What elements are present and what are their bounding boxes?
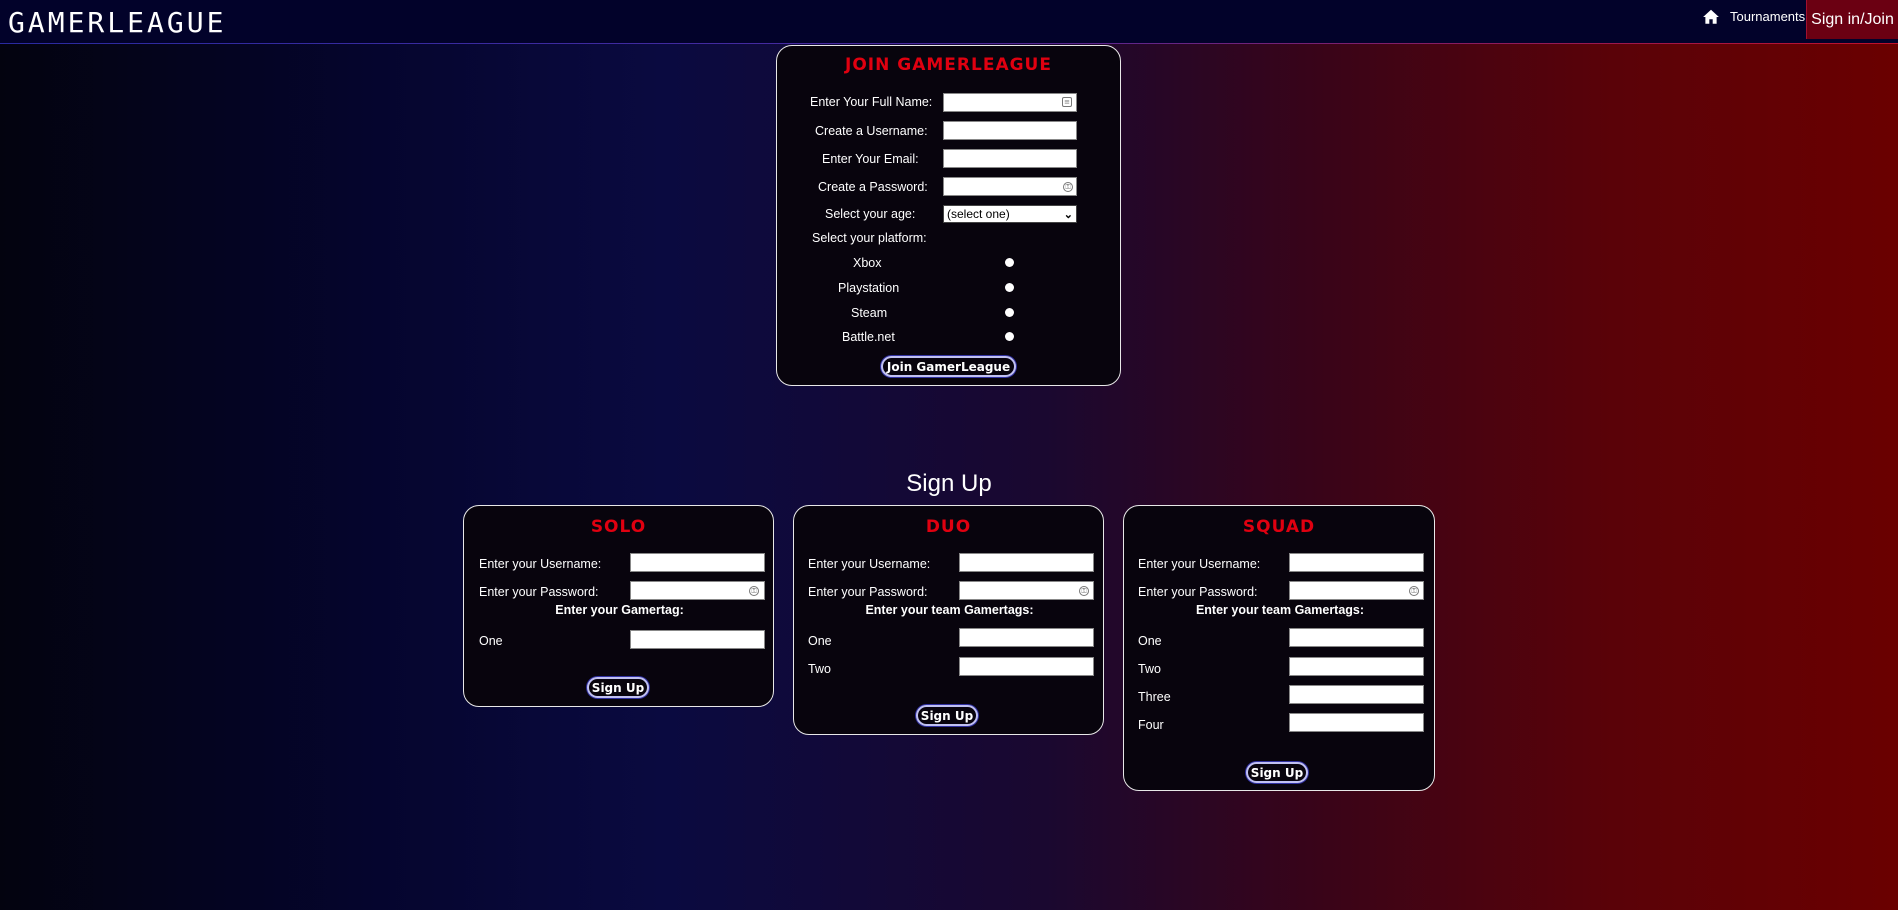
- duo-password-input[interactable]: [959, 581, 1094, 600]
- squad-password-input[interactable]: [1289, 581, 1424, 600]
- contact-card-icon: ≡: [1062, 97, 1072, 107]
- join-title: JOIN GAMERLEAGUE: [845, 55, 1052, 75]
- duo-card: DUO Enter your Username: Enter your Pass…: [793, 505, 1104, 735]
- duo-gamertag-heading: Enter your team Gamertags:: [865, 603, 1034, 617]
- platform-label-battlenet: Battle.net: [842, 330, 895, 344]
- email-label: Enter Your Email:: [822, 152, 919, 166]
- platform-label-xbox: Xbox: [853, 256, 882, 270]
- solo-username-input[interactable]: [630, 553, 765, 572]
- username-input[interactable]: [943, 121, 1077, 140]
- top-navbar: GAMERLEAGUE Tournaments Sign in/Join: [0, 0, 1898, 44]
- solo-signup-button[interactable]: Sign Up: [587, 677, 649, 698]
- duo-username-input[interactable]: [959, 553, 1094, 572]
- squad-username-label: Enter your Username:: [1138, 557, 1261, 571]
- platform-radio-battlenet[interactable]: [1005, 332, 1014, 341]
- squad-password-label: Enter your Password:: [1138, 585, 1258, 599]
- platform-radio-xbox[interactable]: [1005, 258, 1014, 267]
- duo-signup-button[interactable]: Sign Up: [916, 705, 978, 726]
- solo-username-label: Enter your Username:: [479, 557, 602, 571]
- platform-radio-playstation[interactable]: [1005, 283, 1014, 292]
- password-label: Create a Password:: [818, 180, 928, 194]
- squad-tag-label-four: Four: [1138, 718, 1164, 732]
- email-input[interactable]: [943, 149, 1077, 168]
- squad-tag-input-one[interactable]: [1289, 628, 1424, 647]
- age-label: Select your age:: [825, 207, 916, 221]
- platform-radio-steam[interactable]: [1005, 308, 1014, 317]
- duo-password-label: Enter your Password:: [808, 585, 928, 599]
- password-key-icon: ⚿: [1063, 182, 1073, 192]
- platform-label-playstation: Playstation: [838, 281, 900, 295]
- solo-tag-label-one: One: [479, 634, 503, 648]
- full-name-label: Enter Your Full Name:: [810, 95, 933, 109]
- squad-gamertag-heading: Enter your team Gamertags:: [1195, 603, 1365, 617]
- squad-tag-label-one: One: [1138, 634, 1162, 648]
- password-key-icon: ⚿: [1409, 586, 1419, 596]
- squad-signup-button[interactable]: Sign Up: [1246, 762, 1308, 783]
- solo-password-input[interactable]: [630, 581, 765, 600]
- username-label: Create a Username:: [815, 124, 928, 138]
- nav-link-tournaments[interactable]: Tournaments: [1730, 9, 1805, 24]
- solo-password-label: Enter your Password:: [479, 585, 599, 599]
- squad-tag-input-three[interactable]: [1289, 685, 1424, 704]
- squad-tag-label-three: Three: [1138, 690, 1171, 704]
- signin-join-button[interactable]: Sign in/Join: [1806, 0, 1898, 39]
- duo-tag-input-one[interactable]: [959, 628, 1094, 647]
- site-logo[interactable]: GAMERLEAGUE: [8, 6, 226, 39]
- age-select[interactable]: (select one) ⌄: [943, 205, 1077, 223]
- squad-tag-input-two[interactable]: [1289, 657, 1424, 676]
- join-gamerleague-button[interactable]: Join GamerLeague: [881, 356, 1016, 377]
- squad-username-input[interactable]: [1289, 553, 1424, 572]
- duo-tag-input-two[interactable]: [959, 657, 1094, 676]
- signup-heading: Sign Up: [906, 470, 992, 497]
- chevron-down-icon: ⌄: [1063, 208, 1073, 221]
- solo-card: SOLO Enter your Username: Enter your Pas…: [463, 505, 774, 707]
- join-card: JOIN GAMERLEAGUE Enter Your Full Name: ≡…: [776, 45, 1121, 386]
- duo-tag-label-one: One: [808, 634, 832, 648]
- duo-title: DUO: [925, 517, 972, 537]
- solo-tag-input-one[interactable]: [630, 630, 765, 649]
- platform-label: Select your platform:: [812, 231, 927, 245]
- solo-gamertag-heading: Enter your Gamertag:: [555, 603, 684, 617]
- password-key-icon: ⚿: [1079, 586, 1089, 596]
- squad-tag-input-four[interactable]: [1289, 713, 1424, 732]
- password-input[interactable]: [943, 177, 1077, 196]
- password-key-icon: ⚿: [749, 586, 759, 596]
- squad-card: SQUAD Enter your Username: Enter your Pa…: [1123, 505, 1435, 791]
- home-icon[interactable]: [1702, 8, 1720, 26]
- age-select-value: (select one): [947, 207, 1010, 221]
- squad-tag-label-two: Two: [1138, 662, 1161, 676]
- duo-tag-label-two: Two: [808, 662, 831, 676]
- full-name-input[interactable]: [943, 93, 1077, 112]
- platform-label-steam: Steam: [851, 306, 888, 320]
- squad-title: SQUAD: [1242, 517, 1316, 537]
- solo-title: SOLO: [590, 517, 647, 537]
- duo-username-label: Enter your Username:: [808, 557, 931, 571]
